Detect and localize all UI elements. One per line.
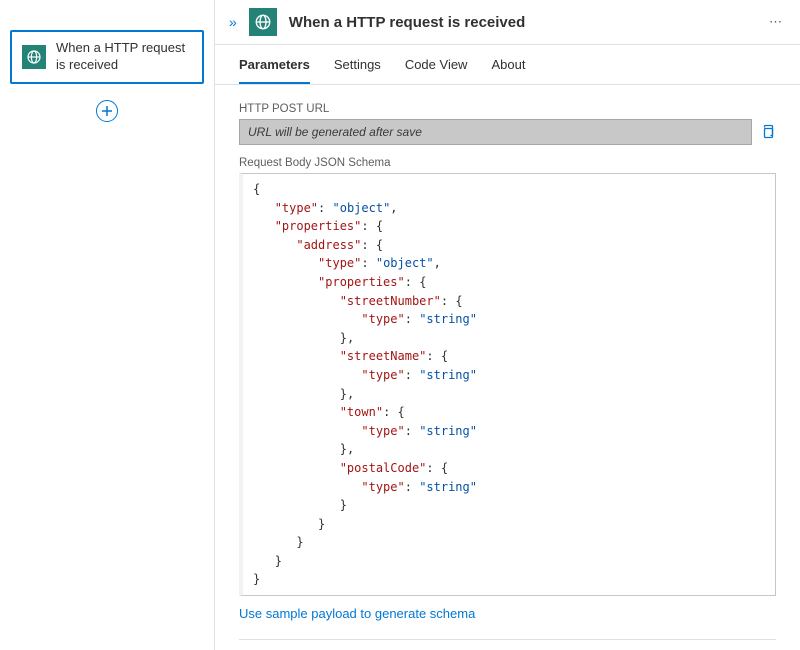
- add-step-button[interactable]: [96, 100, 118, 122]
- properties-pane: » When a HTTP request is received ⋯ Para…: [215, 0, 800, 650]
- http-request-icon: [249, 8, 277, 36]
- tab-about[interactable]: About: [491, 57, 525, 84]
- tab-settings[interactable]: Settings: [334, 57, 381, 84]
- divider: [239, 639, 776, 640]
- tab-bar: Parameters Settings Code View About: [215, 45, 800, 85]
- url-field: URL will be generated after save: [239, 119, 752, 145]
- collapse-icon[interactable]: »: [229, 14, 237, 30]
- add-step-row: [10, 100, 204, 122]
- http-request-icon: [22, 45, 46, 69]
- url-label: HTTP POST URL: [239, 103, 776, 115]
- trigger-card-title: When a HTTP request is received: [56, 40, 192, 74]
- tab-code-view[interactable]: Code View: [405, 57, 468, 84]
- url-row: URL will be generated after save: [239, 119, 776, 145]
- schema-input[interactable]: { "type": "object", "properties": { "add…: [239, 173, 776, 596]
- overflow-menu-icon[interactable]: ⋯: [765, 14, 786, 30]
- designer-canvas: When a HTTP request is received: [0, 0, 215, 650]
- schema-label: Request Body JSON Schema: [239, 157, 776, 169]
- tab-parameters[interactable]: Parameters: [239, 57, 310, 84]
- sample-payload-link[interactable]: Use sample payload to generate schema: [239, 606, 475, 621]
- plus-icon: [101, 105, 113, 117]
- parameters-body: HTTP POST URL URL will be generated afte…: [215, 85, 800, 650]
- pane-title: When a HTTP request is received: [289, 14, 753, 31]
- copy-icon[interactable]: [760, 124, 776, 140]
- pane-header: » When a HTTP request is received ⋯: [215, 0, 800, 45]
- trigger-card[interactable]: When a HTTP request is received: [10, 30, 204, 84]
